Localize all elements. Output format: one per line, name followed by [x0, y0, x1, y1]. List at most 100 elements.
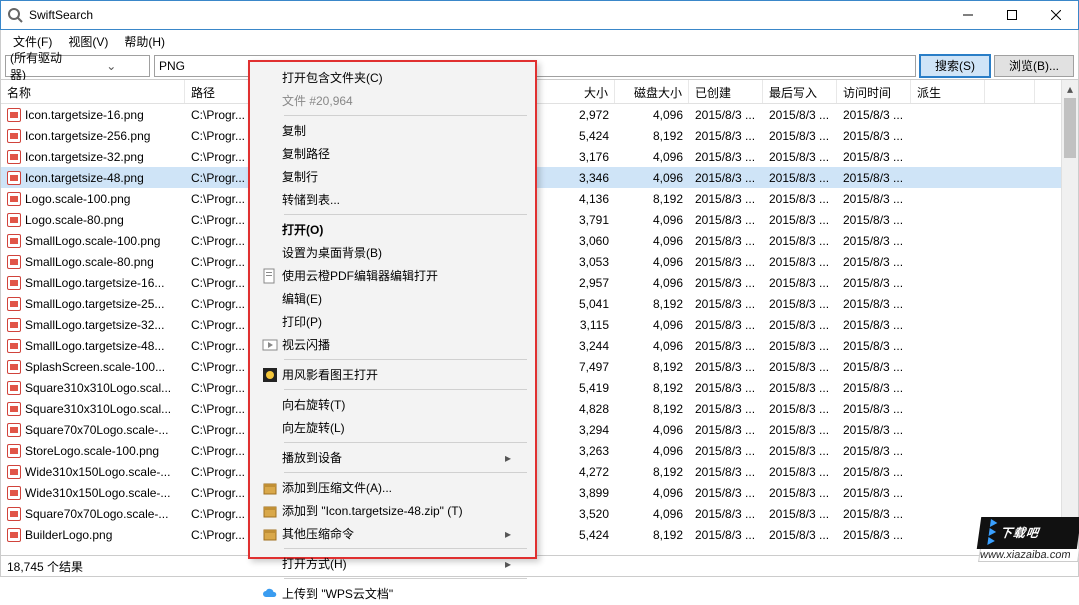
- cell-modified: 2015/8/3 ...: [763, 465, 837, 479]
- ctx-dump-table[interactable]: 转储到表...: [250, 188, 535, 211]
- menu-help[interactable]: 帮助(H): [116, 31, 173, 52]
- cell-name: Square310x310Logo.scal...: [25, 402, 171, 416]
- ctx-copy-row[interactable]: 复制行: [250, 165, 535, 188]
- maximize-button[interactable]: [990, 1, 1034, 29]
- ctx-copy[interactable]: 复制: [250, 119, 535, 142]
- cell-name: SmallLogo.targetsize-48...: [25, 339, 164, 353]
- ctx-set-bg[interactable]: 设置为桌面背景(B): [250, 241, 535, 264]
- ctx-rotate-left[interactable]: 向左旋转(L): [250, 416, 535, 439]
- ctx-cast[interactable]: 播放到设备▸: [250, 446, 535, 469]
- archive-icon: [258, 503, 282, 519]
- ctx-open[interactable]: 打开(O): [250, 218, 535, 241]
- cell-path: C:\Progr...: [185, 150, 255, 164]
- video-icon: [258, 337, 282, 353]
- file-icon: [7, 507, 21, 521]
- col-created[interactable]: 已创建: [689, 80, 763, 103]
- col-name[interactable]: 名称: [1, 80, 185, 103]
- ctx-zip-add[interactable]: 添加到压缩文件(A)...: [250, 476, 535, 499]
- cell-accessed: 2015/8/3 ...: [837, 150, 911, 164]
- cell-modified: 2015/8/3 ...: [763, 129, 837, 143]
- cell-created: 2015/8/3 ...: [689, 108, 763, 122]
- cell-name: Logo.scale-100.png: [25, 192, 130, 206]
- cell-path: C:\Progr...: [185, 108, 255, 122]
- ctx-pdf-edit[interactable]: 使用云橙PDF编辑器编辑打开: [250, 264, 535, 287]
- cell-accessed: 2015/8/3 ...: [837, 213, 911, 227]
- cell-modified: 2015/8/3 ...: [763, 192, 837, 206]
- results-list: 名称 路径 大小 磁盘大小 已创建 最后写入 访问时间 派生 Icon.targ…: [0, 80, 1079, 556]
- ctx-zip-named[interactable]: 添加到 "Icon.targetsize-48.zip" (T): [250, 499, 535, 522]
- cell-modified: 2015/8/3 ...: [763, 234, 837, 248]
- ctx-open-with[interactable]: 打开方式(H)▸: [250, 552, 535, 575]
- ctx-wps-cloud[interactable]: 上传到 "WPS云文档": [250, 582, 535, 605]
- cell-accessed: 2015/8/3 ...: [837, 528, 911, 542]
- cell-path: C:\Progr...: [185, 381, 255, 395]
- scroll-up-icon[interactable]: ▴: [1062, 80, 1078, 97]
- ctx-zip-other[interactable]: 其他压缩命令▸: [250, 522, 535, 545]
- separator: [284, 472, 527, 473]
- ctx-edit[interactable]: 编辑(E): [250, 287, 535, 310]
- chevron-right-icon: ▸: [505, 527, 511, 541]
- search-button[interactable]: 搜索(S): [920, 55, 990, 77]
- col-disk[interactable]: 磁盘大小: [615, 80, 689, 103]
- ctx-print[interactable]: 打印(P): [250, 310, 535, 333]
- cell-created: 2015/8/3 ...: [689, 507, 763, 521]
- ctx-open-containing[interactable]: 打开包含文件夹(C): [250, 66, 535, 89]
- cell-accessed: 2015/8/3 ...: [837, 486, 911, 500]
- close-button[interactable]: [1034, 1, 1078, 29]
- cell-created: 2015/8/3 ...: [689, 360, 763, 374]
- cell-name: SmallLogo.targetsize-25...: [25, 297, 164, 311]
- cell-path: C:\Progr...: [185, 339, 255, 353]
- cell-path: C:\Progr...: [185, 318, 255, 332]
- cell-name: Square70x70Logo.scale-...: [25, 423, 168, 437]
- cell-path: C:\Progr...: [185, 234, 255, 248]
- cell-path: C:\Progr...: [185, 486, 255, 500]
- cell-disk: 8,192: [615, 465, 689, 479]
- col-derived[interactable]: 派生: [911, 80, 985, 103]
- cell-created: 2015/8/3 ...: [689, 339, 763, 353]
- cell-disk: 4,096: [615, 318, 689, 332]
- col-path[interactable]: 路径: [185, 80, 255, 103]
- archive-icon: [258, 526, 282, 542]
- cell-name: Wide310x150Logo.scale-...: [25, 486, 170, 500]
- ctx-shanbo[interactable]: 视云闪播: [250, 333, 535, 356]
- ctx-file-count: 文件 #20,964: [250, 89, 535, 112]
- vertical-scrollbar[interactable]: ▴ ▾: [1061, 80, 1078, 555]
- file-icon: [7, 171, 21, 185]
- cell-disk: 8,192: [615, 528, 689, 542]
- cell-name: Square310x310Logo.scal...: [25, 381, 171, 395]
- file-icon: [7, 528, 21, 542]
- menubar: 文件(F) 视图(V) 帮助(H): [0, 30, 1079, 52]
- file-icon: [7, 381, 21, 395]
- ctx-rotate-right[interactable]: 向右旋转(T): [250, 393, 535, 416]
- file-icon: [7, 444, 21, 458]
- cloud-icon: [258, 586, 282, 602]
- cell-accessed: 2015/8/3 ...: [837, 339, 911, 353]
- ctx-copy-path[interactable]: 复制路径: [250, 142, 535, 165]
- cell-accessed: 2015/8/3 ...: [837, 318, 911, 332]
- scroll-thumb[interactable]: [1064, 98, 1076, 158]
- cell-path: C:\Progr...: [185, 423, 255, 437]
- cell-path: C:\Progr...: [185, 360, 255, 374]
- cell-name: Icon.targetsize-32.png: [25, 150, 144, 164]
- cell-created: 2015/8/3 ...: [689, 276, 763, 290]
- cell-accessed: 2015/8/3 ...: [837, 381, 911, 395]
- cell-name: Icon.targetsize-256.png: [25, 129, 150, 143]
- drive-select[interactable]: (所有驱动器) ⌄: [5, 55, 150, 77]
- cell-disk: 4,096: [615, 213, 689, 227]
- cell-name: Icon.targetsize-48.png: [25, 171, 144, 185]
- cell-disk: 8,192: [615, 192, 689, 206]
- ctx-fengying[interactable]: 用风影看图王打开: [250, 363, 535, 386]
- col-modified[interactable]: 最后写入: [763, 80, 837, 103]
- cell-accessed: 2015/8/3 ...: [837, 276, 911, 290]
- file-icon: [7, 339, 21, 353]
- col-accessed[interactable]: 访问时间: [837, 80, 911, 103]
- cell-disk: 4,096: [615, 276, 689, 290]
- browse-button[interactable]: 浏览(B)...: [994, 55, 1074, 77]
- scroll-down-icon[interactable]: ▾: [1062, 538, 1078, 555]
- cell-modified: 2015/8/3 ...: [763, 339, 837, 353]
- file-icon: [7, 150, 21, 164]
- cell-modified: 2015/8/3 ...: [763, 213, 837, 227]
- minimize-button[interactable]: [946, 1, 990, 29]
- cell-name: BuilderLogo.png: [25, 528, 112, 542]
- cell-modified: 2015/8/3 ...: [763, 150, 837, 164]
